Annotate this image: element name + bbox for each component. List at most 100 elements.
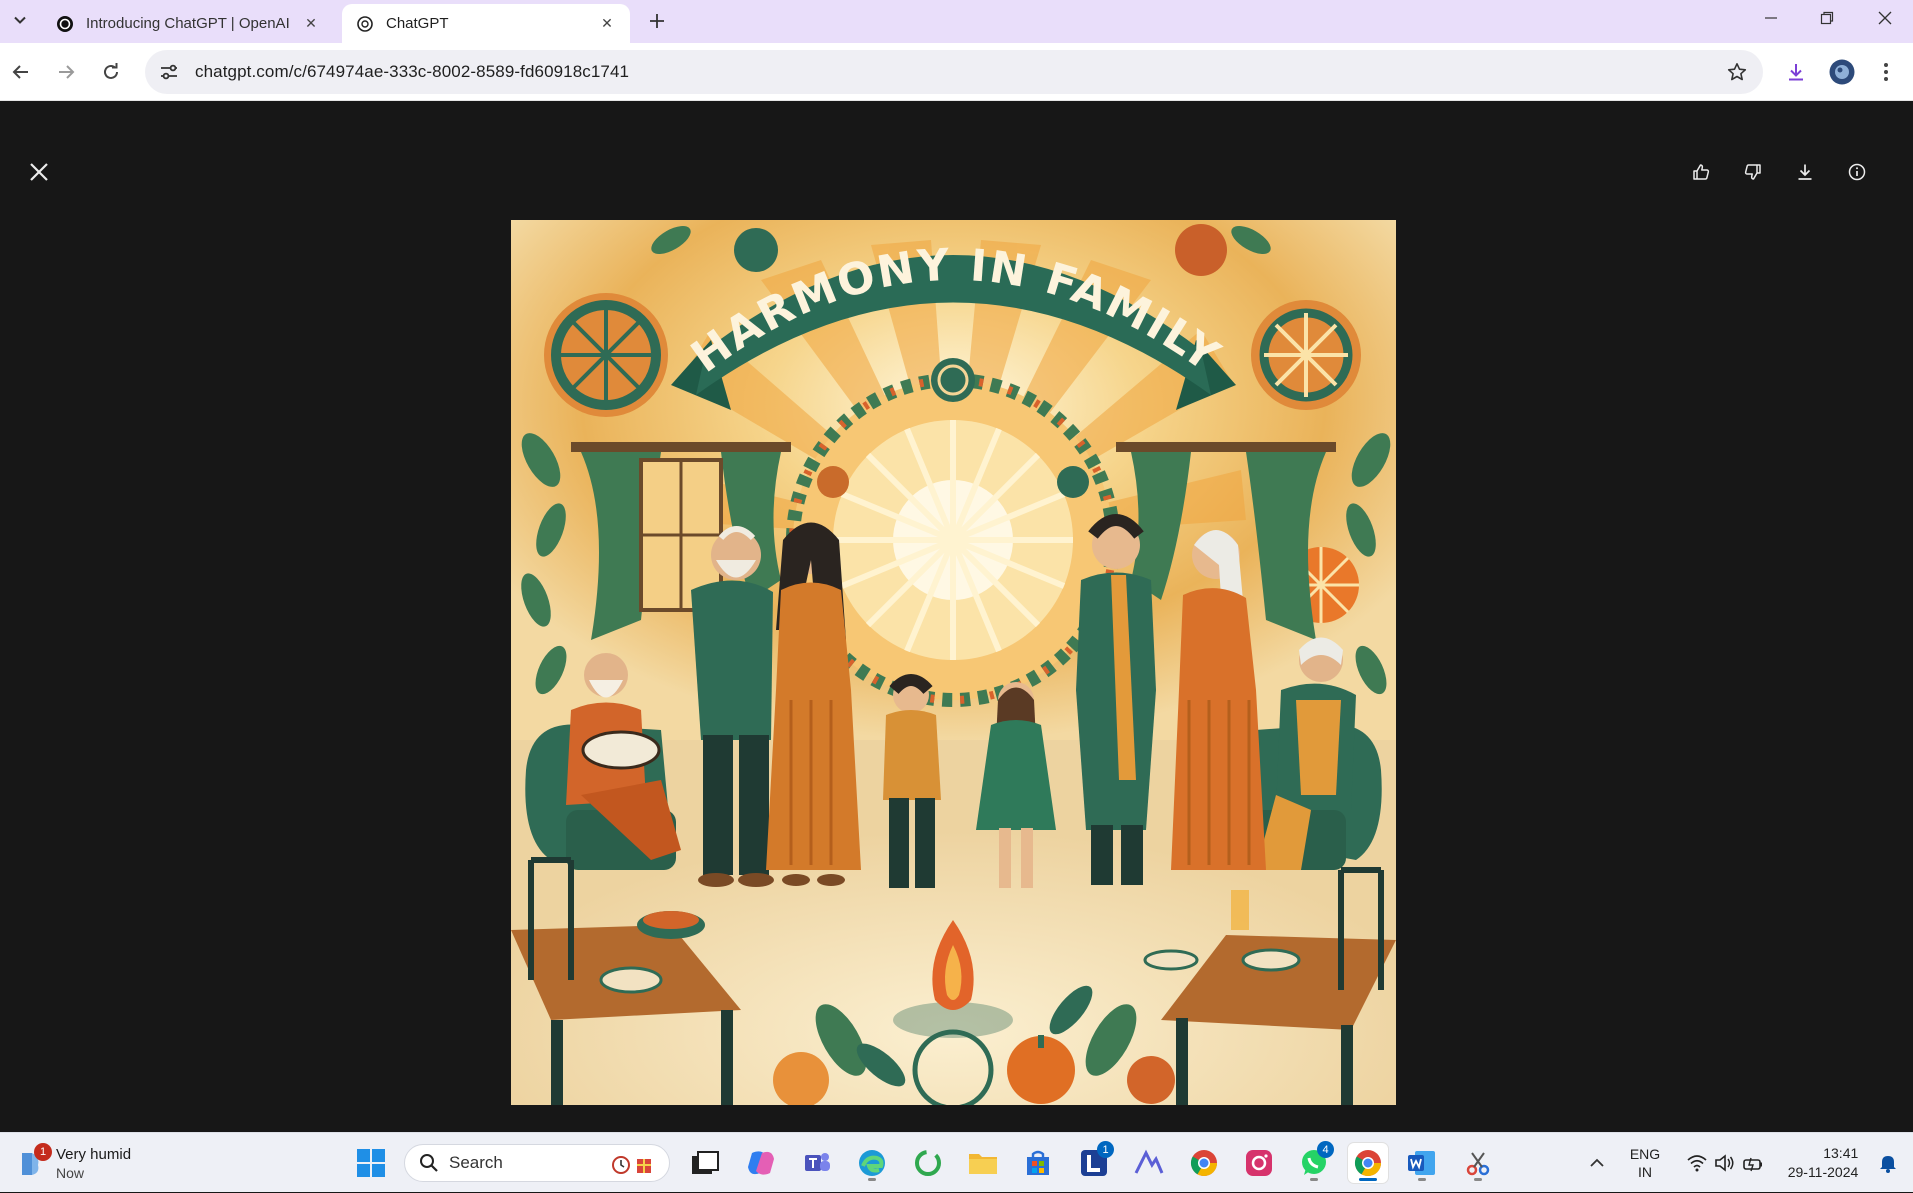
chevron-down-icon [14,16,26,24]
weather-icon: 1 [14,1143,52,1181]
taskbar-chrome[interactable] [1348,1143,1388,1183]
thumbs-up-button[interactable] [1685,156,1717,188]
search-highlight-icon [612,1156,651,1174]
battery-icon [1743,1157,1762,1172]
task-view-icon [692,1151,719,1174]
tab-strip: Introducing ChatGPT | OpenAI ✕ ChatGPT ✕ [0,0,1913,43]
arrow-left-icon [12,65,28,79]
task-view-button[interactable] [685,1143,725,1183]
site-info-icon[interactable] [149,50,189,94]
download-icon [1798,164,1812,180]
thumbs-up-icon [1693,164,1710,180]
back-button[interactable] [4,55,38,89]
download-icon [1789,64,1803,81]
generated-image: HARMONY IN FAMILY [511,220,1396,1105]
image-info-button[interactable] [1841,156,1873,188]
minimize-button[interactable] [1743,0,1799,36]
tab-chatgpt[interactable]: ChatGPT ✕ [342,4,630,43]
taskbar-whatsapp[interactable]: 4 [1294,1141,1334,1183]
taskbar-arc-app[interactable] [1129,1143,1169,1183]
mountain-icon [1134,1149,1164,1174]
close-viewer-button[interactable] [22,155,56,189]
url-text: chatgpt.com/c/674974ae-333c-8002-8589-fd… [195,62,630,81]
profile-button[interactable] [1826,56,1858,88]
taskbar-snipping-tool[interactable] [1458,1143,1498,1183]
plus-icon [650,14,664,28]
family-illustration: HARMONY IN FAMILY [511,220,1396,1105]
minimize-icon [1765,17,1777,19]
openai-logo-icon [356,15,374,33]
restore-icon [1820,11,1834,25]
search-placeholder: Search [449,1153,503,1172]
taskbar-word[interactable] [1402,1143,1442,1183]
taskbar-copilot[interactable] [741,1143,781,1183]
taskbar-teams[interactable] [797,1143,837,1183]
taskbar-l-app[interactable]: 1 [1074,1141,1114,1183]
download-image-button[interactable] [1789,156,1821,188]
word-icon [1408,1151,1435,1175]
image-viewer: HARMONY IN FAMILY [0,101,1913,1132]
language-indicator[interactable]: ENG IN [1620,1133,1670,1193]
taskbar-chrome-profile[interactable] [1184,1143,1224,1183]
close-tab-icon[interactable]: ✕ [300,13,322,35]
weather-time: Now [56,1165,85,1181]
active-indicator [1359,1178,1377,1181]
openai-logo-icon [56,15,74,33]
notifications-button[interactable] [1868,1133,1908,1193]
taskbar-file-explorer[interactable] [963,1143,1003,1183]
reload-icon [104,63,118,79]
tab-title: Introducing ChatGPT | OpenAI [86,15,290,32]
weather-widget[interactable]: 1 Very humid Now [14,1143,174,1185]
taskbar-store[interactable] [1018,1143,1058,1183]
new-tab-button[interactable] [642,6,672,36]
tab-search-button[interactable] [6,6,34,34]
running-indicator [868,1178,876,1181]
wifi-icon [1687,1155,1707,1172]
chevron-up-icon [1590,1158,1604,1167]
start-button[interactable] [351,1143,391,1183]
region-code: IN [1638,1164,1652,1180]
taskbar-search[interactable]: Search [404,1144,670,1182]
taskbar-refresh-app[interactable] [908,1143,948,1183]
language-code: ENG [1629,1146,1661,1162]
reload-button[interactable] [94,55,128,89]
weather-condition: Very humid [56,1146,132,1163]
close-icon [1878,11,1892,25]
restore-button[interactable] [1799,0,1855,36]
clock-date: 29-11-2024 [1787,1164,1859,1180]
more-vertical-icon [1884,63,1888,81]
thumbs-down-button[interactable] [1737,156,1769,188]
forward-button[interactable] [49,55,83,89]
thumbs-down-icon [1744,164,1761,180]
store-icon [1027,1150,1049,1175]
running-indicator [1310,1178,1318,1181]
chrome-icon [1190,1150,1218,1177]
close-tab-icon[interactable]: ✕ [596,13,618,35]
tab-introducing-chatgpt[interactable]: Introducing ChatGPT | OpenAI ✕ [42,4,334,43]
notification-badge: 1 [34,1143,52,1161]
chrome-icon [1354,1150,1382,1177]
bookmark-star-icon[interactable] [1725,60,1749,84]
show-hidden-icons-button[interactable] [1582,1133,1612,1193]
info-icon [1848,163,1866,181]
folder-icon [969,1154,997,1174]
taskbar-instagram[interactable] [1239,1143,1279,1183]
edge-icon [859,1150,885,1176]
windows-taskbar: 1 Very humid Now Search 1 4 ENG IN 13:41… [0,1132,1913,1192]
bell-icon [1880,1156,1896,1173]
teams-icon [805,1153,830,1171]
volume-icon [1715,1154,1734,1172]
notification-badge: 4 [1317,1141,1334,1158]
browser-menu-button[interactable] [1870,56,1902,88]
quick-settings-button[interactable] [1676,1133,1774,1193]
running-indicator [1474,1178,1482,1181]
notification-badge: 1 [1097,1141,1114,1158]
address-bar[interactable]: chatgpt.com/c/674974ae-333c-8002-8589-fd… [145,50,1763,94]
instagram-icon [1246,1150,1272,1176]
close-window-button[interactable] [1857,0,1913,36]
windows-logo-icon [357,1149,385,1177]
downloads-button[interactable] [1780,56,1812,88]
clock[interactable]: 13:41 29-11-2024 [1780,1133,1866,1193]
browser-toolbar: chatgpt.com/c/674974ae-333c-8002-8589-fd… [0,43,1913,101]
taskbar-edge[interactable] [852,1143,892,1183]
